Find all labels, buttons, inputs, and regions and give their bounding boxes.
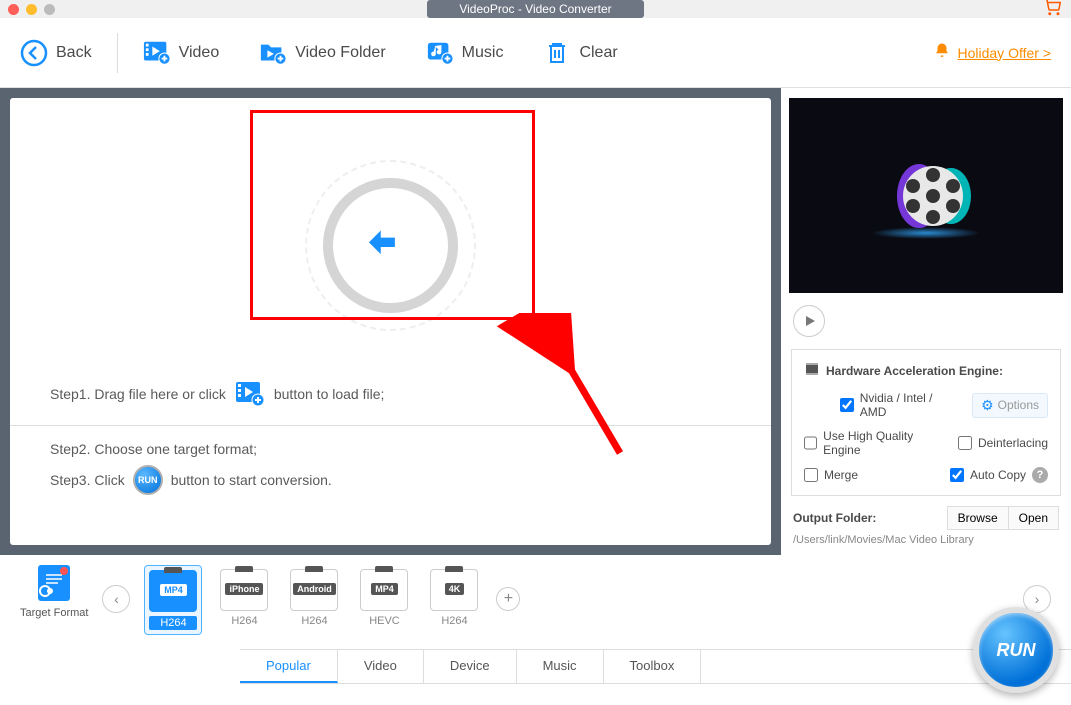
window-close-button[interactable] bbox=[8, 4, 19, 15]
tab-video[interactable]: Video bbox=[338, 650, 424, 683]
music-icon bbox=[426, 39, 454, 67]
preview-play-button[interactable] bbox=[793, 305, 825, 337]
chip-icon bbox=[804, 362, 820, 379]
run-button[interactable]: RUN bbox=[973, 607, 1059, 693]
hw-options-button[interactable]: ⚙Options bbox=[972, 393, 1048, 418]
add-video-button[interactable]: Video bbox=[143, 39, 220, 67]
folder-icon bbox=[259, 39, 287, 67]
toolbar-divider bbox=[117, 33, 118, 73]
video-label: Video bbox=[179, 44, 220, 62]
bell-icon bbox=[933, 42, 951, 63]
autocopy-checkbox[interactable]: Auto Copy bbox=[950, 468, 1026, 482]
tab-device[interactable]: Device bbox=[424, 650, 517, 683]
trash-icon bbox=[543, 39, 571, 67]
add-video-folder-button[interactable]: Video Folder bbox=[259, 39, 385, 67]
holiday-offer-link[interactable]: Holiday Offer > bbox=[933, 42, 1051, 63]
tab-popular[interactable]: Popular bbox=[240, 650, 338, 683]
output-path: /Users/link/Movies/Mac Video Library bbox=[793, 534, 1059, 546]
open-button[interactable]: Open bbox=[1009, 506, 1059, 530]
clear-button[interactable]: Clear bbox=[543, 39, 617, 67]
gear-icon: ⚙ bbox=[981, 397, 994, 414]
browse-button[interactable]: Browse bbox=[947, 506, 1009, 530]
cart-icon[interactable] bbox=[1043, 0, 1061, 21]
merge-checkbox[interactable]: Merge bbox=[804, 468, 858, 482]
clear-label: Clear bbox=[579, 44, 617, 62]
run-icon-inline: RUN bbox=[133, 465, 163, 495]
format-4k[interactable]: 4K H264 bbox=[426, 565, 482, 631]
tab-music[interactable]: Music bbox=[517, 650, 604, 683]
video-folder-label: Video Folder bbox=[295, 44, 385, 62]
back-button[interactable]: Back bbox=[20, 39, 92, 67]
video-add-icon-inline bbox=[234, 378, 266, 410]
drop-zone[interactable]: Step1. Drag file here or click button to… bbox=[10, 98, 771, 545]
output-folder-label: Output Folder: bbox=[793, 511, 947, 525]
format-mp4-hevc[interactable]: MP4 HEVC bbox=[356, 565, 412, 631]
music-label: Music bbox=[462, 44, 504, 62]
back-label: Back bbox=[56, 44, 92, 62]
holiday-offer-label: Holiday Offer > bbox=[957, 45, 1051, 61]
window-title: VideoProc - Video Converter bbox=[427, 0, 643, 18]
help-icon[interactable]: ? bbox=[1032, 467, 1048, 483]
annotation-arrow bbox=[450, 313, 650, 513]
target-format-button[interactable]: Target Format bbox=[20, 565, 88, 619]
nvidia-checkbox[interactable]: Nvidia / Intel / AMD bbox=[840, 391, 960, 419]
tab-toolbox[interactable]: Toolbox bbox=[604, 650, 702, 683]
hq-engine-checkbox[interactable]: Use High Quality Engine bbox=[804, 429, 946, 457]
window-minimize-button[interactable] bbox=[26, 4, 37, 15]
format-prev-button[interactable]: ‹ bbox=[102, 585, 130, 613]
add-music-button[interactable]: Music bbox=[426, 39, 504, 67]
format-mp4-h264[interactable]: MP4 H264 bbox=[144, 565, 202, 635]
target-format-icon bbox=[38, 565, 70, 601]
window-zoom-button[interactable] bbox=[44, 4, 55, 15]
format-android[interactable]: Android H264 bbox=[286, 565, 342, 631]
add-format-button[interactable]: + bbox=[496, 587, 520, 611]
target-format-label: Target Format bbox=[20, 607, 88, 619]
video-icon bbox=[143, 39, 171, 67]
back-icon bbox=[20, 39, 48, 67]
videoproc-logo-icon bbox=[881, 151, 971, 241]
preview-panel bbox=[789, 98, 1063, 293]
hw-accel-title: Hardware Acceleration Engine: bbox=[826, 364, 1003, 378]
format-iphone[interactable]: iPhone H264 bbox=[216, 565, 272, 631]
annotation-highlight-box bbox=[250, 110, 535, 320]
deinterlacing-checkbox[interactable]: Deinterlacing bbox=[958, 436, 1048, 450]
hw-accel-settings: Hardware Acceleration Engine: Nvidia / I… bbox=[791, 349, 1061, 496]
